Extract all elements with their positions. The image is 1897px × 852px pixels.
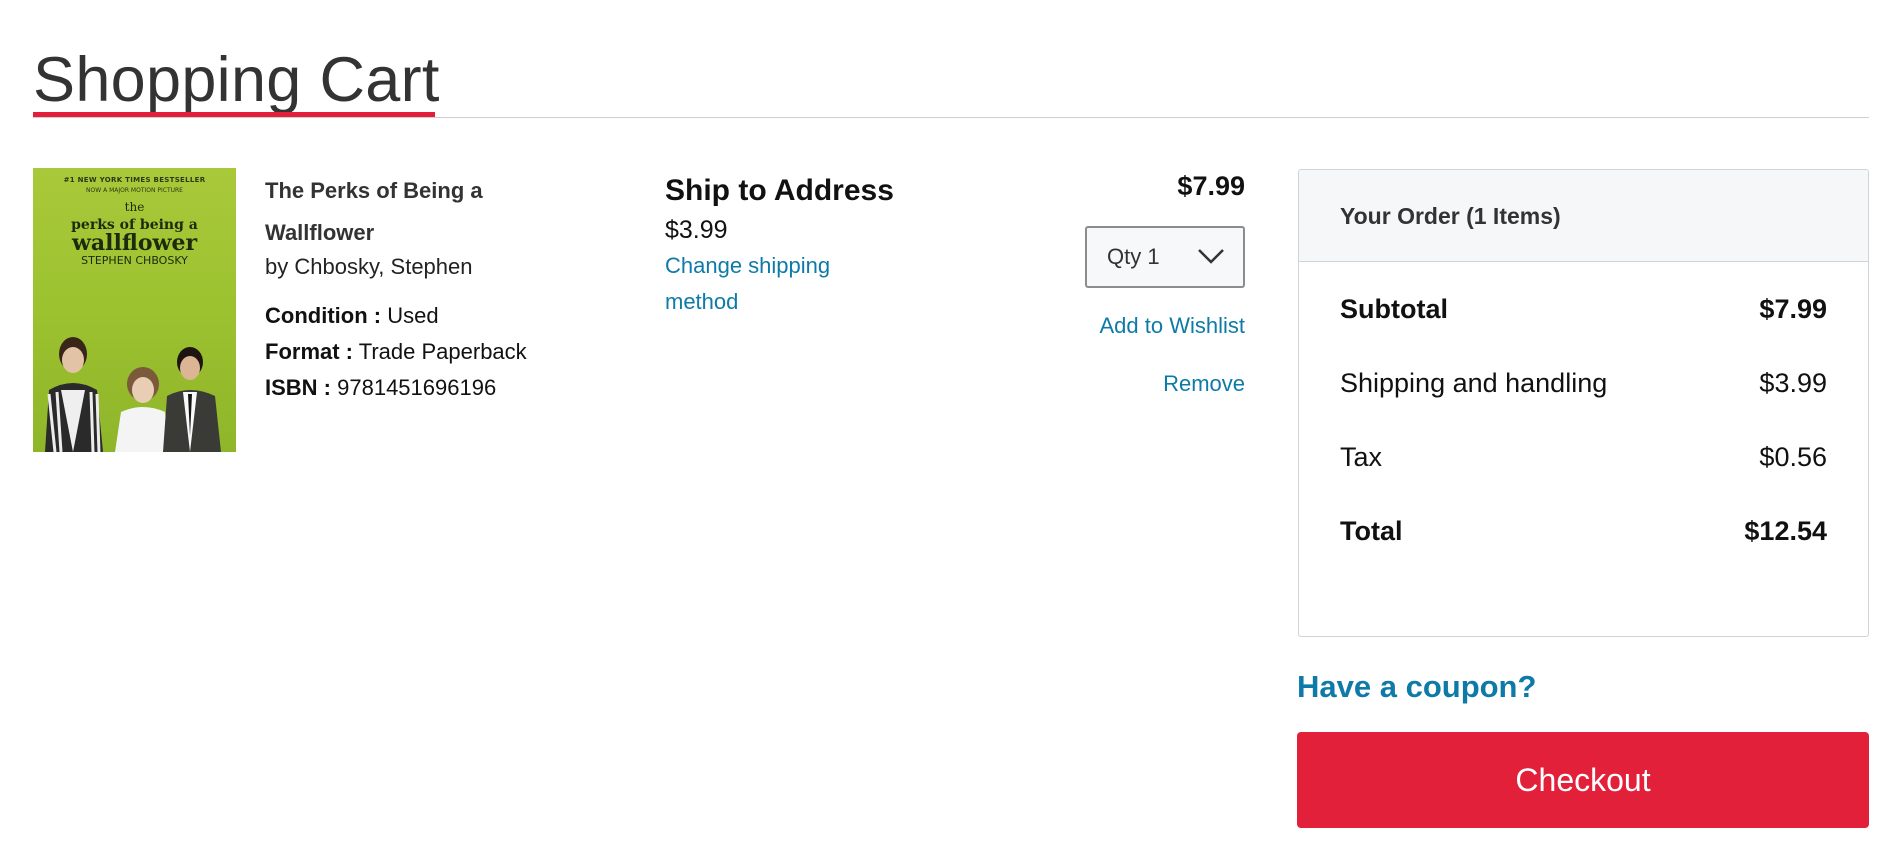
item-actions: $7.99 Qty 1 Add to Wishlist Remove [1045, 168, 1245, 408]
format-label: Format : [265, 339, 353, 364]
item-details: The Perks of Being a Wallflower by Chbos… [265, 170, 565, 406]
total-value: $12.54 [1744, 516, 1827, 546]
shipping-method-title: Ship to Address [665, 174, 894, 207]
cover-illustration [45, 337, 221, 452]
shipping-handling-value: $3.99 [1759, 368, 1827, 398]
subtotal-label: Subtotal [1340, 294, 1448, 324]
condition-row: Condition : Used [265, 298, 565, 334]
shipping-price: $3.99 [665, 216, 728, 244]
total-row: Total $12.54 [1340, 494, 1827, 568]
shipping-section: Ship to Address $3.99 Change shipping me… [665, 172, 925, 320]
isbn-label: ISBN : [265, 375, 331, 400]
item-title[interactable]: The Perks of Being a Wallflower [265, 170, 565, 254]
shipping-handling-row: Shipping and handling $3.99 [1340, 346, 1827, 420]
quantity-value: Qty 1 [1107, 244, 1160, 269]
change-shipping-link[interactable]: Change shipping method [665, 248, 865, 320]
shopping-cart-page: Shopping Cart #1 NEW YORK TIMES BESTSELL… [33, 0, 1869, 852]
format-value: Trade Paperback [358, 339, 527, 364]
item-title-line1: The Perks of Being a [265, 178, 483, 203]
total-label: Total [1340, 516, 1403, 546]
shipping-handling-label: Shipping and handling [1340, 368, 1608, 398]
title-divider [33, 117, 1869, 118]
isbn-value: 9781451696196 [337, 375, 497, 400]
add-to-wishlist-link[interactable]: Add to Wishlist [1100, 313, 1246, 339]
cover-subtag: NOW A MAJOR MOTION PICTURE [86, 187, 183, 194]
chevron-down-icon [1198, 249, 1224, 264]
tax-row: Tax $0.56 [1340, 420, 1827, 494]
have-coupon-link[interactable]: Have a coupon? [1297, 669, 1536, 705]
condition-label: Condition : [265, 303, 382, 328]
subtotal-value: $7.99 [1759, 294, 1827, 324]
condition-value: Used [387, 303, 439, 328]
remove-item-link[interactable]: Remove [1163, 371, 1245, 397]
order-summary: Your Order (1 Items) Subtotal $7.99 Ship… [1298, 169, 1869, 637]
isbn-row: ISBN : 9781451696196 [265, 370, 565, 406]
order-summary-rows: Subtotal $7.99 Shipping and handling $3.… [1299, 272, 1868, 568]
tax-label: Tax [1340, 442, 1383, 472]
quantity-select[interactable]: Qty 1 [1085, 226, 1245, 288]
item-attributes: Condition : Used Format : Trade Paperbac… [265, 298, 565, 406]
cover-author: STEPHEN CHBOSKY [81, 254, 188, 267]
cover-title: the perks of being a wallflower [33, 198, 236, 256]
item-title-line2: Wallflower [265, 220, 375, 245]
cover-title-line1: the [124, 200, 145, 214]
cover-title-line3: wallflower [71, 230, 198, 256]
checkout-button[interactable]: Checkout [1297, 732, 1869, 828]
order-summary-header: Your Order (1 Items) [1299, 170, 1868, 262]
item-author: by Chbosky, Stephen [265, 254, 473, 279]
tax-value: $0.56 [1759, 442, 1827, 472]
format-row: Format : Trade Paperback [265, 334, 565, 370]
item-price: $7.99 [1177, 171, 1245, 201]
book-cover-image[interactable]: #1 NEW YORK TIMES BESTSELLER NOW A MAJOR… [33, 168, 236, 452]
page-title: Shopping Cart [33, 45, 440, 115]
cover-tagline: #1 NEW YORK TIMES BESTSELLER [63, 176, 206, 184]
subtotal-row: Subtotal $7.99 [1340, 272, 1827, 346]
